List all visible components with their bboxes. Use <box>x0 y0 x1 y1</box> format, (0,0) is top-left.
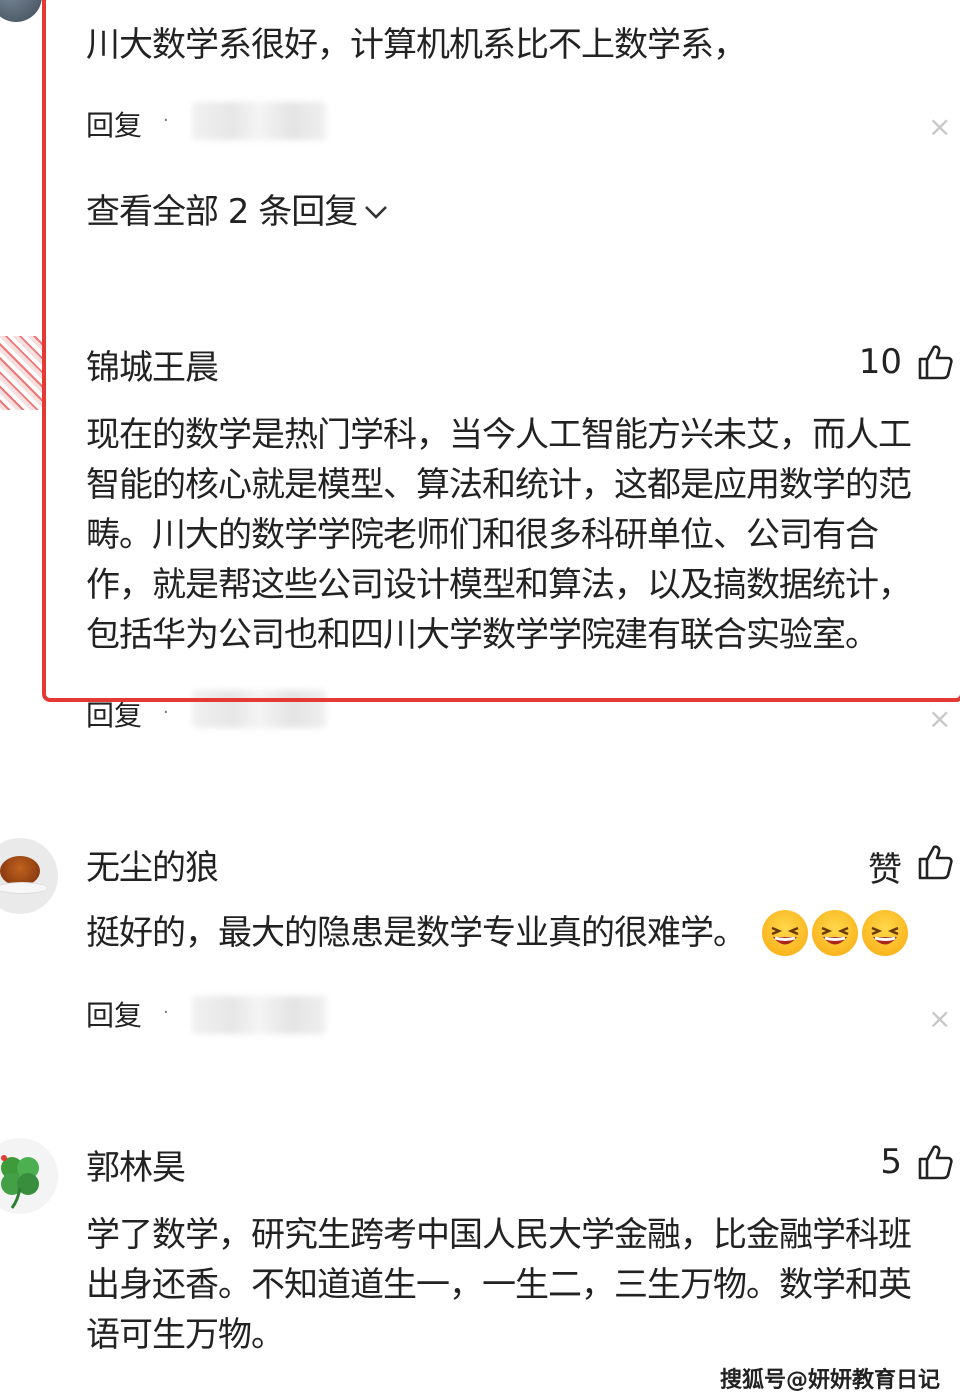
separator-dot: · <box>163 702 169 723</box>
laughing-emoji <box>762 910 808 956</box>
comment-line: 学了数学，研究生跨考中国人民大学金融，比金融学科班 <box>86 1215 912 1255</box>
laughing-emoji <box>862 910 908 956</box>
comment-line: 出身还香。不知道道生一，一生二，三生万物。数学和英 <box>86 1265 912 1305</box>
comment-body: 学了数学，研究生跨考中国人民大学金融，比金融学科班 出身还香。不知道道生一，一生… <box>86 1210 912 1360</box>
username[interactable]: 无尘的狼 <box>86 840 219 889</box>
reply-button[interactable]: 回复 <box>86 994 142 1034</box>
separator-dot: · <box>163 1002 169 1023</box>
avatar[interactable] <box>0 838 58 914</box>
comment-text: 挺好的，最大的隐患是数学专业真的很难学。 <box>86 913 747 953</box>
thumbs-up-icon[interactable] <box>916 1143 954 1181</box>
username[interactable]: 郭林昊 <box>86 1140 186 1189</box>
avatar[interactable] <box>0 1138 58 1214</box>
avatar[interactable] <box>0 0 42 22</box>
avatar[interactable] <box>0 336 42 410</box>
blurred-timestamp <box>192 996 326 1034</box>
laughing-emoji <box>812 910 858 956</box>
comment-body: 挺好的，最大的隐患是数学专业真的很难学。 <box>86 908 908 958</box>
highlight-box <box>42 0 960 702</box>
close-icon[interactable]: × <box>928 1002 951 1035</box>
comment-line: 语可生万物。 <box>86 1315 285 1355</box>
thumbs-up-icon[interactable] <box>916 843 954 881</box>
like-label: 赞 <box>868 850 902 890</box>
close-icon[interactable]: × <box>928 702 951 735</box>
watermark: 搜狐号@妍妍教育日记 <box>719 1368 940 1393</box>
clover-icon <box>1 1155 39 1209</box>
like-count: 5 <box>880 1142 902 1182</box>
